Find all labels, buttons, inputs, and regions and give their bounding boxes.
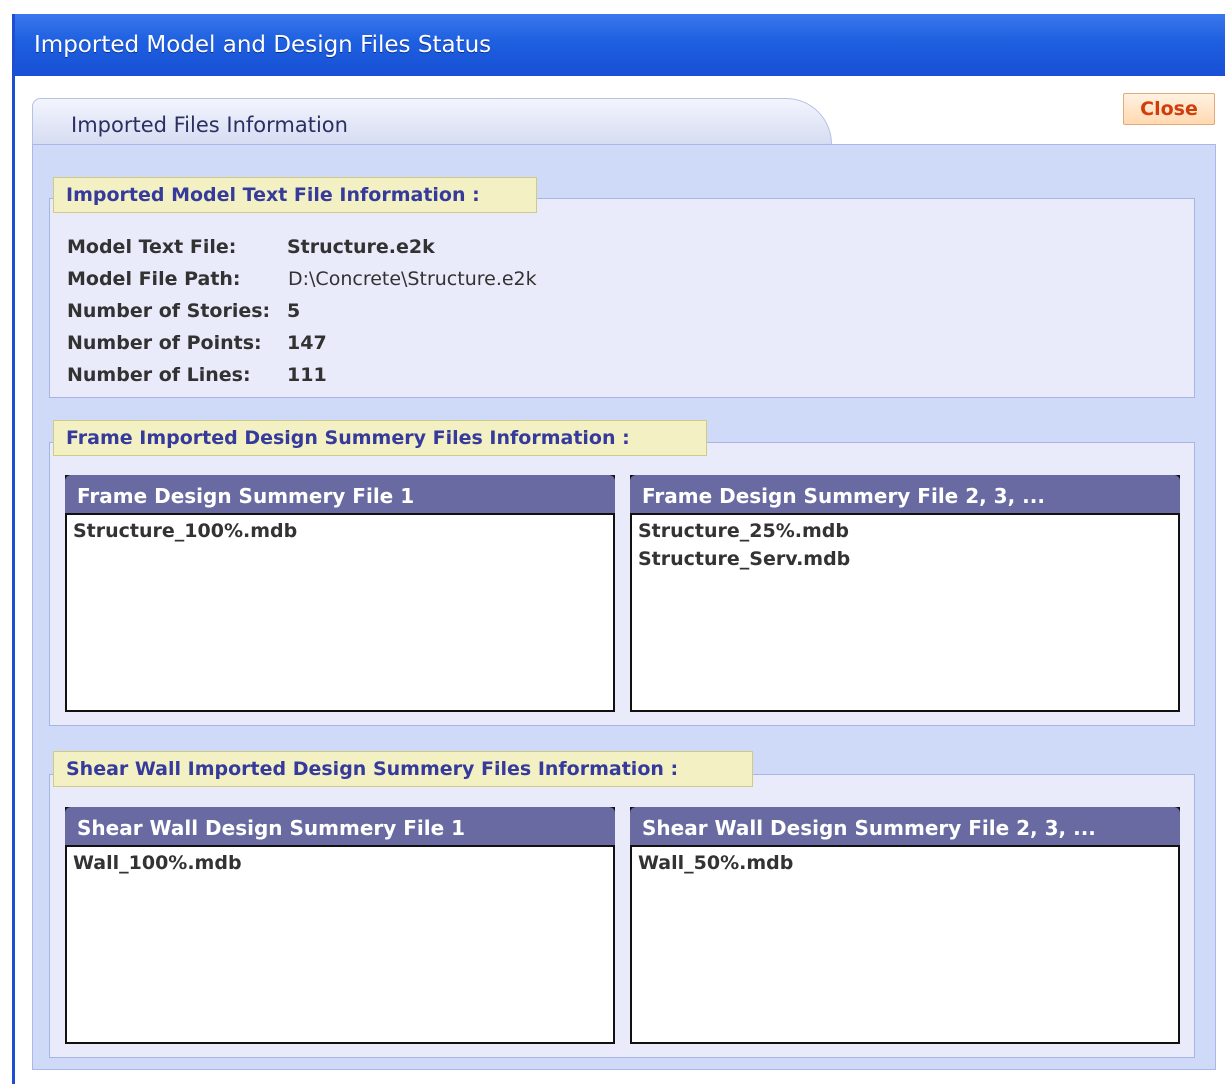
list-item[interactable]: Structure_25%.mdb xyxy=(638,517,1172,545)
frame-file-1-items: Structure_100%.mdb xyxy=(67,515,613,547)
model-text-file-label: Model Text File: xyxy=(67,236,237,258)
list-item[interactable]: Wall_50%.mdb xyxy=(638,849,1172,877)
model-file-path-label: Model File Path: xyxy=(67,268,241,290)
tab-imported-files-information[interactable]: Imported Files Information xyxy=(32,98,832,144)
frame-files-group: Frame Design Summery File 1 Structure_10… xyxy=(49,442,1195,726)
tab-panel: Model Text File: Structure.e2k Model Fil… xyxy=(32,144,1216,1070)
wall-file-1-header: Shear Wall Design Summery File 1 xyxy=(65,807,615,847)
frame-file-2-listbox[interactable]: Frame Design Summery File 2, 3, ... Stru… xyxy=(630,475,1180,712)
model-text-file-value: Structure.e2k xyxy=(287,236,435,258)
dialog-window: Imported Model and Design Files Status I… xyxy=(12,14,1225,1084)
model-info-legend: Imported Model Text File Information : xyxy=(53,177,537,213)
wall-file-2-header: Shear Wall Design Summery File 2, 3, ... xyxy=(630,807,1180,847)
number-of-lines-label: Number of Lines: xyxy=(67,364,251,386)
number-of-stories-label: Number of Stories: xyxy=(67,300,271,322)
model-info-group: Model Text File: Structure.e2k Model Fil… xyxy=(49,198,1195,398)
wall-file-1-listbox[interactable]: Shear Wall Design Summery File 1 Wall_10… xyxy=(65,807,615,1044)
list-item[interactable]: Wall_100%.mdb xyxy=(73,849,607,877)
wall-files-group: Shear Wall Design Summery File 1 Wall_10… xyxy=(49,774,1195,1058)
number-of-points-value: 147 xyxy=(287,332,327,354)
frame-file-1-listbox[interactable]: Frame Design Summery File 1 Structure_10… xyxy=(65,475,615,712)
number-of-stories-value: 5 xyxy=(287,300,301,322)
wall-file-2-listbox[interactable]: Shear Wall Design Summery File 2, 3, ...… xyxy=(630,807,1180,1044)
frame-file-1-header: Frame Design Summery File 1 xyxy=(65,475,615,515)
number-of-points-label: Number of Points: xyxy=(67,332,262,354)
number-of-lines-value: 111 xyxy=(287,364,327,386)
frame-file-2-header: Frame Design Summery File 2, 3, ... xyxy=(630,475,1180,515)
frame-files-legend: Frame Imported Design Summery Files Info… xyxy=(53,420,707,456)
close-button[interactable]: Close xyxy=(1123,93,1215,125)
wall-files-legend: Shear Wall Imported Design Summery Files… xyxy=(53,751,753,787)
model-file-path-value: D:\Concrete\Structure.e2k xyxy=(288,268,537,290)
list-item[interactable]: Structure_Serv.mdb xyxy=(638,545,1172,573)
list-item[interactable]: Structure_100%.mdb xyxy=(73,517,607,545)
frame-file-2-items: Structure_25%.mdb Structure_Serv.mdb xyxy=(632,515,1178,575)
wall-file-1-items: Wall_100%.mdb xyxy=(67,847,613,879)
wall-file-2-items: Wall_50%.mdb xyxy=(632,847,1178,879)
window-title: Imported Model and Design Files Status xyxy=(15,14,1225,76)
